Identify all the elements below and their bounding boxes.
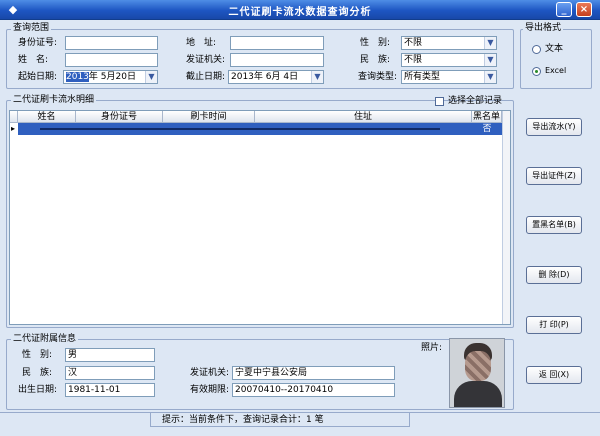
excel-format-radio[interactable] <box>532 67 541 76</box>
column-header-blacklist[interactable]: 黑名单 <box>472 111 502 123</box>
start-date-picker[interactable]: 2013年 5月20日 ▼ <box>63 70 158 84</box>
gender-select[interactable]: 不限 ▼ <box>401 36 497 50</box>
print-button[interactable]: 打 印(P) <box>526 316 582 334</box>
extra-ethnicity-label: 民 族: <box>22 368 53 378</box>
birth-date-label: 出生日期: <box>18 385 58 395</box>
column-header-address[interactable]: 住址 <box>255 111 472 123</box>
export-format-legend: 导出格式 <box>523 23 564 33</box>
start-date-year: 2013 <box>66 72 89 82</box>
query-range-legend: 查询范围 <box>11 23 52 33</box>
back-button[interactable]: 返 回(X) <box>526 366 582 384</box>
query-type-select[interactable]: 所有类型 ▼ <box>401 70 497 84</box>
end-date-picker[interactable]: 2013年 6月 4日 ▼ <box>228 70 324 84</box>
chevron-down-icon[interactable]: ▼ <box>484 54 496 66</box>
extra-authority-label: 发证机关: <box>190 368 230 378</box>
vertical-scrollbar[interactable] <box>502 111 510 324</box>
ethnicity-label: 民 族: <box>360 55 391 65</box>
export-flow-button[interactable]: 导出流水(Y) <box>526 118 582 136</box>
issuing-authority-input[interactable] <box>230 53 324 67</box>
close-button[interactable]: × <box>576 2 592 17</box>
issuing-authority-label: 发证机关: <box>186 55 226 65</box>
chevron-down-icon[interactable]: ▼ <box>311 71 323 83</box>
chevron-down-icon[interactable]: ▼ <box>484 71 496 83</box>
start-date-rest: 年 5月20日 <box>88 72 136 82</box>
start-date-label: 起始日期: <box>18 72 58 82</box>
validity-value: 20070410--20170410 <box>232 383 395 397</box>
extra-authority-value: 宁夏中宁县公安局 <box>232 366 395 380</box>
id-photo <box>449 338 505 408</box>
blacklist-button[interactable]: 置黑名单(B) <box>526 216 582 234</box>
radio-selected-dot <box>535 70 538 73</box>
photo-face-blurred <box>465 351 491 381</box>
select-all-label: 选择全部记录 <box>448 96 503 106</box>
table-row[interactable]: ▸ 否 <box>10 123 502 135</box>
id-number-input[interactable] <box>65 36 158 50</box>
blacklist-cell: 否 <box>482 124 492 134</box>
birth-date-value: 1981-11-01 <box>65 383 155 397</box>
chevron-down-icon[interactable]: ▼ <box>145 71 157 83</box>
minimize-button[interactable]: _ <box>556 2 572 17</box>
extra-info-legend: 二代证附属信息 <box>11 334 79 344</box>
status-text: 提示：当前条件下，查询记录合计：1 笔 <box>162 415 324 425</box>
redacted-row-content <box>40 128 440 130</box>
name-input[interactable] <box>65 53 158 67</box>
extra-gender-value: 男 <box>65 348 155 362</box>
export-format-group <box>520 29 592 89</box>
ethnicity-select-value: 不限 <box>404 55 423 65</box>
select-all-checkbox[interactable] <box>435 97 444 106</box>
gender-select-value: 不限 <box>404 38 423 48</box>
text-format-radio[interactable] <box>532 45 541 54</box>
row-indicator-header <box>10 111 18 123</box>
window-title: 二代证刷卡流水数据查询分析 <box>228 7 372 18</box>
gender-label: 性 别: <box>360 38 391 48</box>
end-date-value: 2013年 6月 4日 <box>231 72 299 82</box>
excel-format-label: Excel <box>545 66 567 75</box>
detail-legend: 二代证刷卡流水明细 <box>11 95 97 105</box>
extra-gender-label: 性 别: <box>22 350 53 360</box>
row-pointer-icon: ▸ <box>11 124 16 133</box>
ethnicity-select[interactable]: 不限 ▼ <box>401 53 497 67</box>
name-label: 姓 名: <box>18 55 49 65</box>
address-label: 地 址: <box>186 38 217 48</box>
query-type-label: 查询类型: <box>358 72 398 82</box>
text-format-label: 文本 <box>545 44 564 54</box>
id-number-label: 身份证号: <box>18 38 58 48</box>
extra-ethnicity-value: 汉 <box>65 366 155 380</box>
address-input[interactable] <box>230 36 324 50</box>
column-header-swipe-time[interactable]: 刷卡时间 <box>163 111 255 123</box>
end-date-label: 截止日期: <box>186 72 226 82</box>
column-header-id[interactable]: 身份证号 <box>76 111 163 123</box>
delete-button[interactable]: 删 除(D) <box>526 266 582 284</box>
validity-label: 有效期限: <box>190 385 230 395</box>
detail-table: 姓名 身份证号 刷卡时间 住址 黑名单 ▸ 否 <box>9 110 511 325</box>
export-certificate-button[interactable]: 导出证件(Z) <box>526 167 582 185</box>
photo-shoulders <box>454 381 502 407</box>
photo-label: 照片: <box>421 343 443 353</box>
query-type-value: 所有类型 <box>404 72 441 82</box>
column-header-name[interactable]: 姓名 <box>18 111 76 123</box>
chevron-down-icon[interactable]: ▼ <box>484 37 496 49</box>
